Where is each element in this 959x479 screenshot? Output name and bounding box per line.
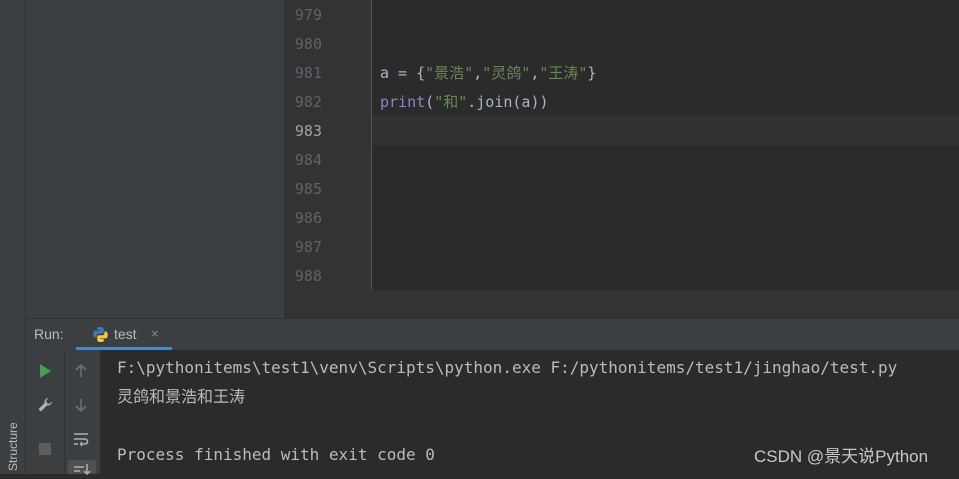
line-number: 979 [294, 6, 322, 24]
left-tool-strip: Structure [0, 0, 26, 474]
line-number-current: 983 [294, 122, 322, 140]
structure-tool-tab[interactable]: Structure [4, 405, 22, 474]
code-line-982[interactable]: print("和".join(a)) [380, 88, 549, 117]
code-string: "灵鸽" [482, 64, 531, 82]
code-string: "景浩" [425, 64, 474, 82]
code-comma: , [473, 64, 483, 82]
editor-bottom-area [284, 290, 959, 318]
current-line-highlight [372, 116, 959, 145]
watermark: CSDN @景天说Python [754, 447, 929, 466]
line-number: 981 [294, 64, 322, 82]
run-panel-header: Run: test × [26, 318, 959, 350]
line-number: 984 [294, 151, 322, 169]
code-editor[interactable] [372, 0, 959, 290]
soft-wrap-icon[interactable] [72, 430, 90, 448]
wrench-icon[interactable] [36, 396, 54, 414]
stop-icon[interactable] [36, 440, 54, 458]
code-string: "王涛" [539, 64, 588, 82]
console-line-command: F:\pythonitems\test1\venv\Scripts\python… [117, 358, 898, 377]
line-number: 988 [294, 267, 322, 285]
down-arrow-icon[interactable] [72, 396, 90, 414]
code-paren: ( [425, 93, 435, 111]
run-label: Run: [34, 326, 64, 342]
code-call: .join(a)) [467, 93, 549, 111]
line-number: 986 [294, 209, 322, 227]
up-arrow-icon[interactable] [72, 362, 90, 380]
code-variable: a [380, 64, 390, 82]
code-string: "和" [434, 93, 468, 111]
structure-tab-label: Structure [6, 422, 20, 471]
code-operator: = { [389, 64, 426, 82]
line-number: 987 [294, 238, 322, 256]
run-toolbar-divider [64, 350, 65, 474]
run-tab-test[interactable]: test × [76, 319, 172, 350]
run-tab-label: test [114, 326, 137, 342]
console-line-output: 灵鸽和景浩和王涛 [117, 387, 246, 406]
code-line-981[interactable]: a = {"景浩","灵鸽","王涛"} [380, 59, 596, 88]
code-builtin: print [380, 93, 426, 111]
code-brace: } [587, 64, 597, 82]
python-icon [93, 327, 108, 342]
code-comma: , [530, 64, 540, 82]
scroll-to-end-icon [74, 464, 91, 476]
scroll-to-end-toggle[interactable] [68, 460, 96, 476]
rerun-icon[interactable] [36, 362, 54, 380]
line-number: 980 [294, 35, 322, 53]
close-icon[interactable]: × [151, 326, 159, 341]
line-number: 982 [294, 93, 322, 111]
project-panel [26, 0, 284, 318]
line-number: 985 [294, 180, 322, 198]
console-line-exit: Process finished with exit code 0 [117, 445, 435, 464]
